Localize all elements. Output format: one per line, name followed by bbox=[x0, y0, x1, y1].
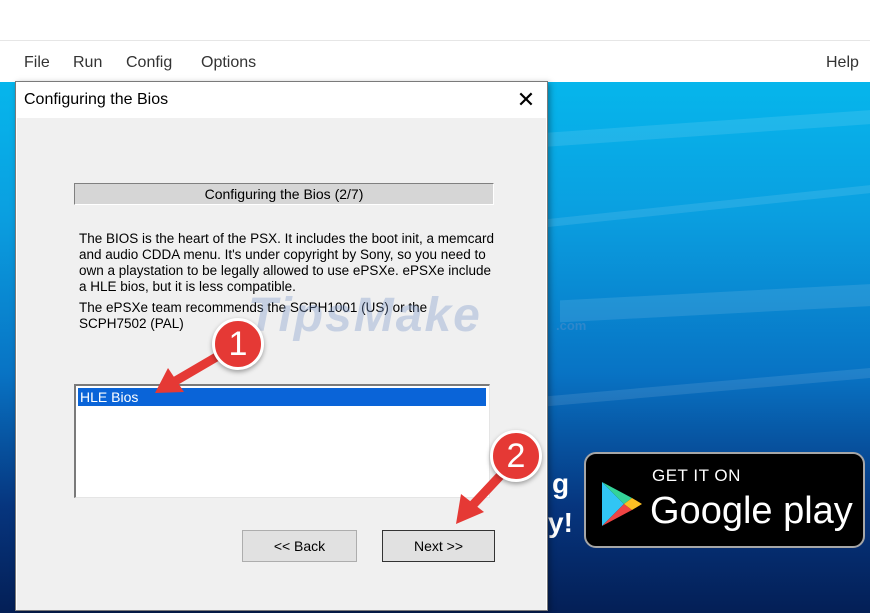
callout-badge-2: 2 bbox=[490, 430, 542, 482]
red-arrow-icon bbox=[456, 471, 505, 524]
red-arrow-icon bbox=[155, 347, 230, 393]
app-window: File Run Config Options Help g y! GET IT… bbox=[0, 0, 870, 613]
annotation-arrows bbox=[155, 347, 505, 524]
callout-badge-1: 1 bbox=[212, 318, 264, 370]
